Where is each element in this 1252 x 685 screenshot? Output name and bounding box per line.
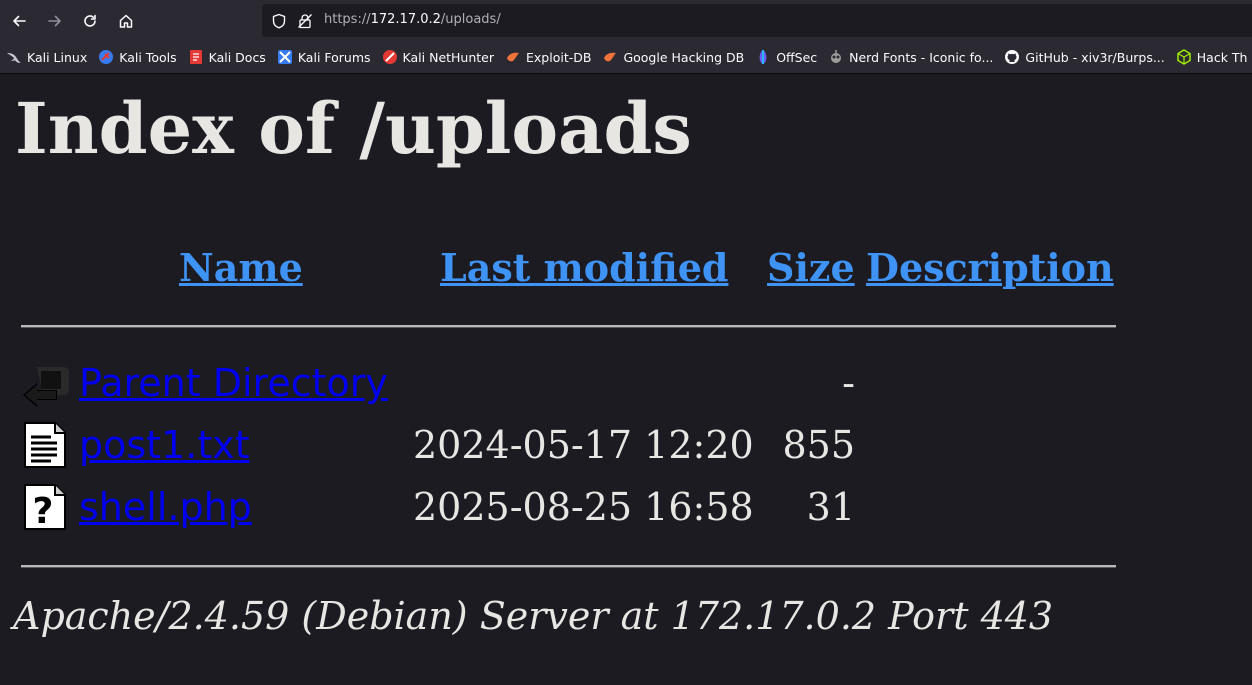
bookmark-label: Kali Linux (27, 49, 88, 65)
bookmark-offsec[interactable]: OffSec (755, 49, 817, 65)
bookmark-nerd-fonts[interactable]: Nerd Fonts - Iconic fo... (828, 49, 993, 65)
kali-docs-icon (189, 50, 202, 64)
exploit-db-icon (507, 52, 520, 62)
url-bar[interactable]: https://172.17.0.2/uploads/ (262, 4, 1252, 37)
bookmark-kali-nethunter[interactable]: Kali NetHunter (382, 49, 494, 65)
bookmark-label: Google Hacking DB (623, 49, 745, 65)
kali-forums-icon (277, 50, 292, 64)
forward-arrow-icon (48, 15, 61, 27)
top-divider (21, 325, 1116, 328)
last-modified: 2025-08-25 16:58 (413, 485, 754, 529)
url-scheme: https:// (324, 12, 371, 27)
file-size: 855 (782, 423, 855, 467)
column-header-last-modified: Last modified (440, 249, 728, 287)
back-button[interactable] (1, 3, 37, 39)
bookmark-hackthebox[interactable]: Hack Th (1176, 49, 1248, 65)
shield-icon[interactable] (271, 13, 287, 29)
sort-by-last-modified-link[interactable]: Last modified (440, 245, 728, 290)
kali-tools-icon (99, 50, 114, 64)
bookmark-label: Kali Docs (208, 49, 266, 65)
bookmark-label: GitHub - xiv3r/Burps... (1025, 49, 1165, 65)
forward-button[interactable] (37, 3, 73, 39)
back-arrow-icon (23, 367, 69, 407)
bookmark-label: Hack Th (1196, 49, 1248, 65)
sort-by-name-link[interactable]: Name (179, 245, 303, 290)
url-host: 172.17.0.2 (370, 12, 441, 27)
file-size: 31 (806, 485, 855, 529)
unknown-file-icon: ? (24, 484, 66, 531)
bookmark-ghdb[interactable]: Google Hacking DB (602, 49, 744, 65)
bookmark-exploit-db[interactable]: Exploit-DB (505, 49, 591, 65)
offsec-icon (759, 50, 767, 64)
back-arrow-nav-icon (13, 15, 26, 27)
bookmark-label: Kali NetHunter (402, 49, 495, 65)
sort-by-size-link[interactable]: Size (767, 245, 855, 290)
bookmark-kali-tools[interactable]: Kali Tools (98, 49, 177, 65)
home-button[interactable] (108, 3, 144, 39)
kali-dragon-icon (7, 53, 21, 63)
insecure-lock-icon[interactable] (297, 13, 313, 29)
column-header-description: Description (866, 249, 1114, 287)
file-link-post1[interactable]: post1.txt (79, 426, 250, 464)
sort-by-description-link[interactable]: Description (866, 245, 1114, 290)
url-path: /uploads/ (440, 12, 501, 27)
bookmarks-toolbar: Kali Linux Kali Tools Kali Docs Kali For… (0, 41, 1252, 74)
nerd-fonts-icon (831, 50, 842, 63)
reload-button[interactable] (72, 3, 108, 39)
bookmark-label: Nerd Fonts - Iconic fo... (849, 49, 994, 65)
browser-toolbar: https://172.17.0.2/uploads/ (0, 0, 1252, 41)
bookmark-label: Kali Tools (119, 49, 177, 65)
bookmark-kali-linux[interactable]: Kali Linux (6, 49, 87, 65)
text-file-icon (24, 422, 66, 468)
last-modified: 2024-05-17 12:20 (413, 423, 754, 467)
kali-nethunter-icon (382, 50, 397, 64)
github-icon (1005, 50, 1020, 64)
file-link-shell[interactable]: shell.php (79, 488, 252, 526)
server-signature: Apache/2.4.59 (Debian) Server at 172.17.… (13, 594, 1054, 638)
parent-directory-link[interactable]: Parent Directory (79, 364, 388, 402)
bookmark-label: OffSec (776, 49, 818, 65)
ghdb-icon (604, 52, 617, 62)
page-content: Index of /uploads Name Last modified Siz… (0, 74, 1252, 685)
column-header-name: Name (179, 249, 303, 287)
bottom-divider (21, 565, 1116, 568)
page-title: Index of /uploads (15, 87, 692, 170)
home-icon (119, 14, 133, 28)
bookmark-label: Exploit-DB (526, 49, 592, 65)
bookmark-label: Kali Forums (297, 49, 371, 65)
reload-icon (84, 14, 96, 27)
bookmark-github[interactable]: GitHub - xiv3r/Burps... (1004, 49, 1165, 65)
file-size: - (842, 361, 855, 405)
url-text[interactable]: https://172.17.0.2/uploads/ (324, 12, 501, 27)
svg-text:?: ? (33, 491, 54, 531)
hackthebox-icon (1177, 49, 1191, 65)
bookmark-kali-docs[interactable]: Kali Docs (188, 49, 266, 65)
bookmark-kali-forums[interactable]: Kali Forums (277, 49, 371, 65)
column-header-size: Size (767, 249, 855, 287)
